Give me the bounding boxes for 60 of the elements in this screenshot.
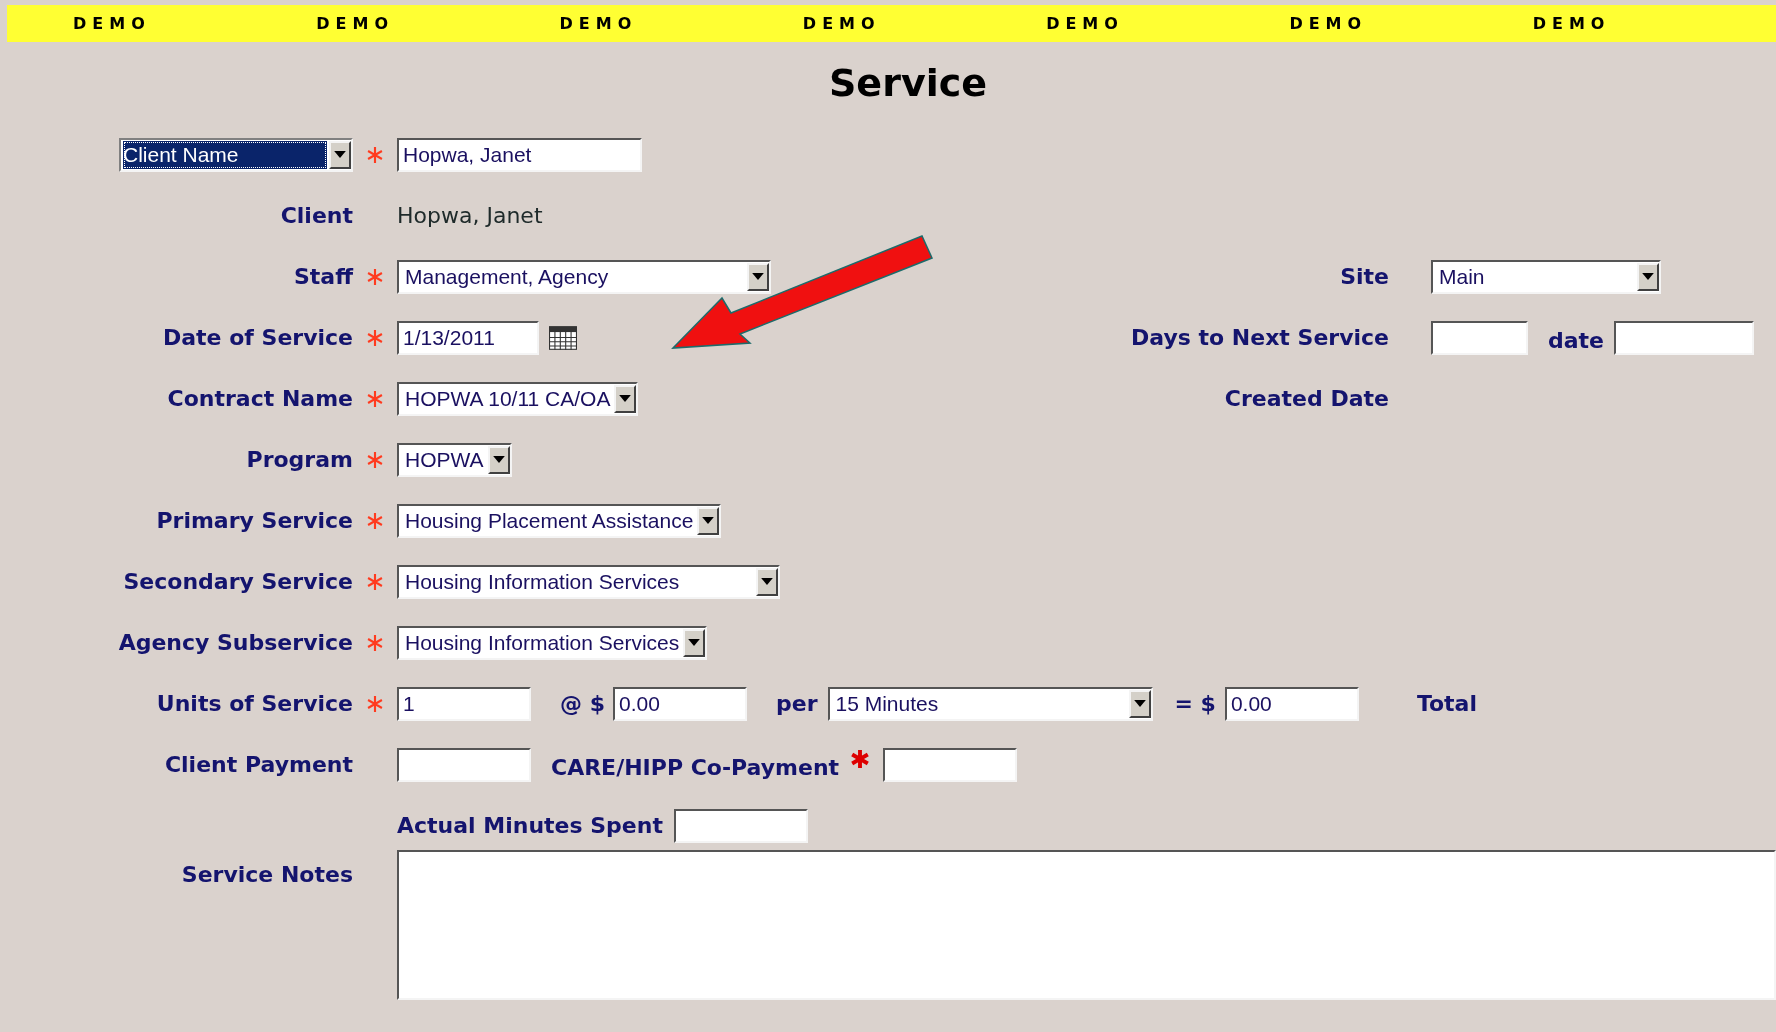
dropdown[interactable]: Housing Information Services: [397, 625, 708, 660]
dropdown[interactable]: HOPWA 10/11 CA/OA: [397, 381, 639, 416]
caret-icon: [702, 517, 715, 524]
days-field[interactable]: [1431, 320, 1528, 355]
total-label: Total: [1416, 691, 1477, 716]
demo-label: DEMO: [1046, 14, 1125, 33]
field-label: Actual Minutes Spent: [397, 813, 663, 838]
dropdown[interactable]: Housing Information Services: [397, 564, 780, 599]
minutes-field[interactable]: [673, 808, 808, 843]
total-field[interactable]: 0.00: [1224, 686, 1359, 721]
dropdown[interactable]: Management, Agency: [397, 259, 771, 294]
dropdown[interactable]: HOPWA: [397, 442, 512, 477]
field-label: Secondary Service: [123, 569, 353, 594]
caret-icon: [1642, 273, 1654, 280]
demo-label: DEMO: [316, 14, 395, 33]
rate-field[interactable]: 0.00: [612, 686, 747, 721]
caret-icon: [334, 151, 346, 158]
field-label: Primary Service: [156, 508, 353, 533]
date-label: date: [1548, 328, 1605, 353]
dropdown[interactable]: Housing Placement Assistance: [397, 503, 722, 538]
per-label: per: [775, 691, 818, 716]
field-label: Program: [246, 447, 353, 472]
calendar-icon[interactable]: [549, 325, 577, 350]
demo-label: DEMO: [73, 14, 152, 33]
payment-field[interactable]: [397, 747, 531, 782]
next-date-field[interactable]: [1614, 320, 1755, 355]
field-label: Client: [280, 203, 353, 228]
lookup-dropdown[interactable]: Client Name: [119, 137, 353, 172]
field-label: Days to Next Service: [1131, 325, 1389, 350]
caret-icon: [688, 639, 701, 646]
demo-label: DEMO: [559, 14, 639, 33]
demo-label: DEMO: [802, 14, 882, 33]
field-label: Date of Service: [163, 325, 353, 350]
client-search-field[interactable]: Hopwa, Janet: [397, 137, 642, 172]
demo-label: DEMO: [1532, 14, 1612, 33]
site-dropdown[interactable]: Main: [1431, 259, 1661, 294]
field-label: Staff: [293, 264, 353, 289]
notes-field[interactable]: [397, 850, 1776, 1000]
units-field[interactable]: 1: [397, 686, 531, 721]
field-label: Contract Name: [167, 386, 353, 411]
equals-label: = $: [1174, 691, 1216, 716]
field-label: Service Notes: [181, 862, 353, 887]
demo-label: DEMO: [1289, 14, 1369, 33]
caret-icon: [1133, 700, 1146, 707]
caret-icon: [752, 273, 764, 280]
date-field[interactable]: 1/13/2011: [397, 320, 539, 355]
field-label: Units of Service: [156, 691, 353, 716]
caret-icon: [761, 578, 773, 585]
period-dropdown[interactable]: 15 Minutes: [827, 686, 1153, 721]
caret-icon: [619, 395, 632, 402]
copay-label: CARE/HIPP Co-Payment: [551, 755, 840, 780]
copay-field[interactable]: [883, 747, 1018, 782]
page-title: Service: [828, 61, 987, 105]
field-label: Client Payment: [164, 752, 353, 777]
client-name-text: Hopwa, Janet: [397, 203, 543, 228]
field-label: Created Date: [1224, 386, 1389, 411]
field-label: Agency Subservice: [118, 630, 353, 655]
field-label: Site: [1340, 264, 1389, 289]
caret-icon: [492, 456, 505, 463]
rate-label: @ $: [560, 691, 605, 716]
